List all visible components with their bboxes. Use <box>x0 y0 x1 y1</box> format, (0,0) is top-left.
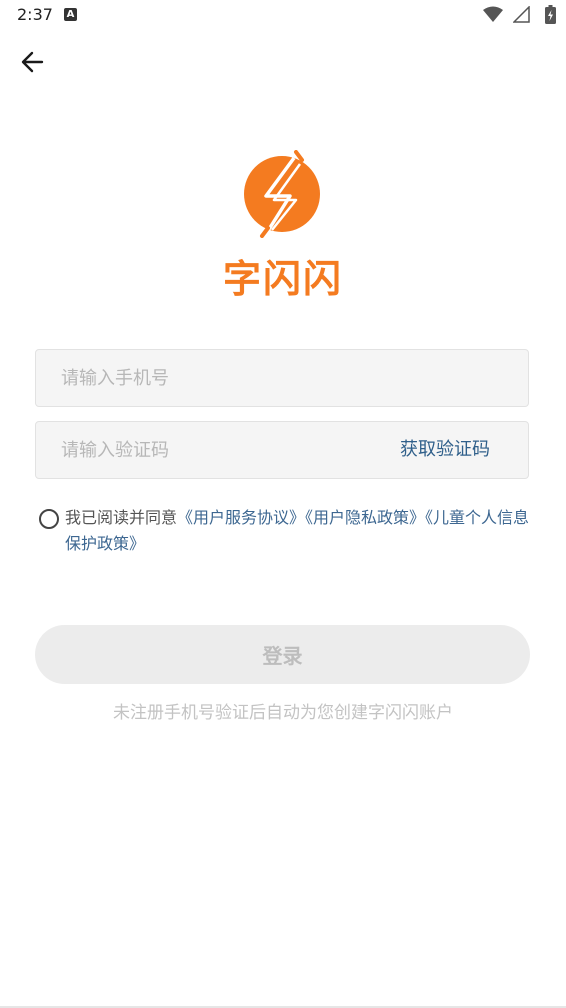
notification-a-icon: A <box>64 8 77 21</box>
phone-field[interactable] <box>35 349 529 407</box>
status-bar: 2:37 A <box>0 0 566 30</box>
arrow-left-icon <box>21 51 44 73</box>
back-button[interactable] <box>16 46 50 78</box>
phone-input[interactable] <box>61 350 501 406</box>
lightning-logo-icon <box>244 150 320 238</box>
wifi-icon <box>483 6 503 22</box>
verification-code-input[interactable] <box>61 422 381 478</box>
app-name: 字闪闪 <box>222 256 343 301</box>
agreement-prefix: 我已阅读并同意 <box>65 508 178 527</box>
login-button[interactable]: 登录 <box>35 625 530 684</box>
agreement-text: 我已阅读并同意《用户服务协议》《用户隐私政策》《儿童个人信息保护政策》 <box>65 505 535 557</box>
register-hint: 未注册手机号验证后自动为您创建字闪闪账户 <box>113 703 453 723</box>
user-service-agreement-link[interactable]: 《用户服务协议》 <box>177 508 305 527</box>
privacy-policy-link[interactable]: 《用户隐私政策》 <box>305 508 425 527</box>
cell-signal-icon <box>513 6 530 23</box>
agreement-radio[interactable] <box>39 509 59 529</box>
status-time: 2:37 <box>17 5 53 24</box>
battery-charging-icon <box>545 5 556 24</box>
get-code-button[interactable]: 获取验证码 <box>400 422 490 478</box>
verification-code-field[interactable]: 获取验证码 <box>35 421 529 479</box>
